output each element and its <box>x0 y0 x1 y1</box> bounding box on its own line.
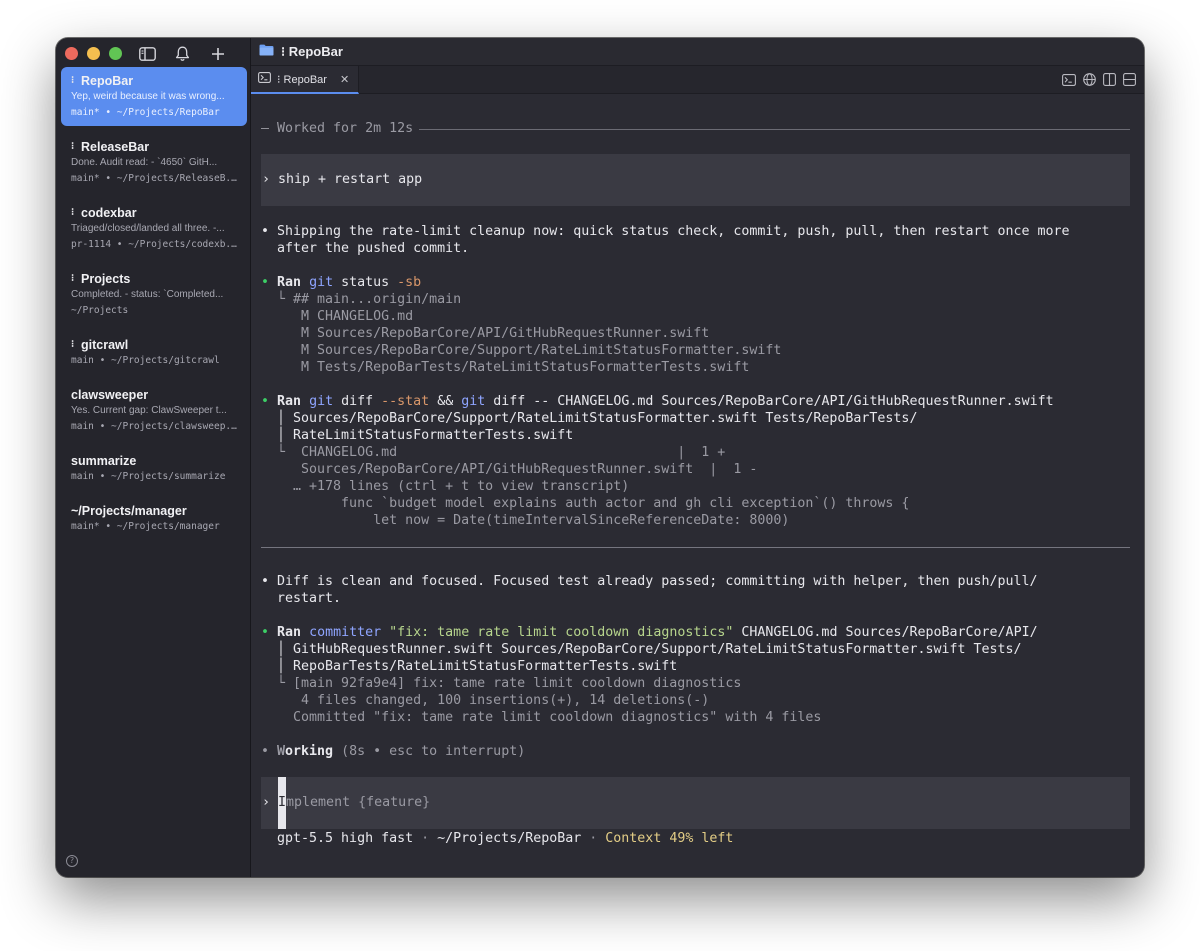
context-label: Context 49% left <box>605 831 734 846</box>
main-pane: ⁝ RepoBar ⁝ RepoBar ✕ — Worked for 2m 12… <box>251 38 1144 877</box>
session-meta: main • ~/Projects/gitcrawl <box>71 355 220 366</box>
session-item-clawsweeper[interactable]: clawsweeper Yes. Current gap: ClawSweepe… <box>61 381 247 440</box>
window-controls <box>65 47 122 60</box>
session-preview: Yes. Current gap: ClawSweeper t... <box>71 405 227 416</box>
session-item-repobar[interactable]: ⁝ RepoBar Yep, weird because it was wrong… <box>61 67 247 126</box>
session-meta: main • ~/Projects/summarize <box>71 471 226 482</box>
session-title: codexbar <box>81 205 137 220</box>
tab-repobar[interactable]: ⁝ RepoBar ✕ <box>251 66 359 94</box>
model-label: gpt-5.5 high fast <box>261 831 414 846</box>
session-item-projects[interactable]: ⁝ Projects Completed. - status: `Complete… <box>61 265 247 324</box>
command-output-line: └ ## main...origin/main <box>261 292 462 307</box>
session-status-icon: ⁝ <box>71 273 75 284</box>
window-title: ⁝ RepoBar <box>281 43 343 59</box>
help-icon[interactable]: ? <box>66 855 78 867</box>
session-preview: Yep, weird because it was wrong... <box>71 91 225 102</box>
session-item-gitcrawl[interactable]: ⁝ gitcrawl main • ~/Projects/gitcrawl <box>61 331 247 374</box>
session-preview: Completed. - status: `Completed... <box>71 289 224 300</box>
plus-icon[interactable] <box>208 44 227 63</box>
session-title: gitcrawl <box>81 337 129 352</box>
tab-bar: ⁝ RepoBar ✕ <box>251 66 1144 94</box>
session-item-manager[interactable]: ~/Projects/manager main* • ~/Projects/ma… <box>61 497 247 540</box>
command-output-line: M Sources/RepoBarCore/API/GitHubRequestR… <box>261 326 710 341</box>
session-meta: ~/Projects <box>71 305 129 316</box>
globe-icon[interactable] <box>1083 73 1096 91</box>
session-preview: Done. Audit read: - `4650` GitH... <box>71 157 218 168</box>
assistant-message: • Diff is clean and focused. Focused tes… <box>261 574 1038 589</box>
new-terminal-icon[interactable] <box>1062 73 1076 91</box>
section-divider <box>261 547 1130 548</box>
session-list: ⁝ RepoBar Yep, weird because it was wrong… <box>61 67 247 547</box>
command-output-line: let now = Date(timeIntervalSinceReferenc… <box>261 513 790 528</box>
close-window-button[interactable] <box>65 47 78 60</box>
session-meta: main* • ~/Projects/ReleaseB... <box>71 173 237 184</box>
command-continuation: │ RepoBarTests/RateLimitStatusFormatterT… <box>261 659 678 674</box>
text-cursor: I <box>278 777 287 829</box>
composer-input[interactable]: › Implement {feature} <box>261 777 1130 829</box>
sidebar-toolbar <box>138 44 227 63</box>
assistant-message-cont: after the pushed commit. <box>261 241 470 256</box>
session-preview: Triaged/closed/landed all three. -... <box>71 223 225 234</box>
minimize-window-button[interactable] <box>87 47 100 60</box>
command-output-line: Sources/RepoBarCore/API/GitHubRequestRun… <box>261 462 758 477</box>
session-meta: main* • ~/Projects/RepoBar <box>71 107 220 118</box>
session-status-icon: ⁝ <box>71 141 75 152</box>
command-output-line: Committed "fix: tame rate limit cooldown… <box>261 710 822 725</box>
command-output-line: M Sources/RepoBarCore/Support/RateLimitS… <box>261 343 782 358</box>
session-title: ~/Projects/manager <box>71 503 187 518</box>
terminal-transcript: — Worked for 2m 12s › ship + restart app… <box>261 94 1130 877</box>
command-header: • Ran git diff --stat && git diff -- CHA… <box>261 394 1054 409</box>
command-output-line: └ CHANGELOG.md | 1 + <box>261 445 726 460</box>
sidebar: ⁝ RepoBar Yep, weird because it was wrong… <box>56 38 251 877</box>
command-continuation: │ GitHubRequestRunner.swift Sources/Repo… <box>261 642 1022 657</box>
session-title: Projects <box>81 271 131 286</box>
session-item-releasebar[interactable]: ⁝ ReleaseBar Done. Audit read: - `4650` G… <box>61 133 247 192</box>
command-output-line: └ [main 92fa9e4] fix: tame rate limit co… <box>261 676 742 691</box>
worked-label: — Worked for 2m 12s <box>261 121 414 136</box>
session-title: RepoBar <box>81 73 134 88</box>
cwd-label: ~/Projects/RepoBar <box>437 831 582 846</box>
session-meta: main* • ~/Projects/manager <box>71 521 220 532</box>
user-prompt-block: › ship + restart app <box>261 154 1130 206</box>
terminal-icon <box>258 72 271 86</box>
composer-placeholder: mplement {feature} <box>286 795 431 810</box>
session-status-icon: ⁝ <box>71 339 75 350</box>
command-header: • Ran git status -sb <box>261 275 422 290</box>
split-vertical-icon[interactable] <box>1103 73 1116 91</box>
session-title: ReleaseBar <box>81 139 150 154</box>
app-window: ⁝ RepoBar Yep, weird because it was wrong… <box>56 38 1144 877</box>
assistant-message: • Shipping the rate-limit cleanup now: q… <box>261 224 1070 239</box>
tab-label: ⁝ RepoBar <box>277 73 327 86</box>
command-output-line: M CHANGELOG.md <box>261 309 414 324</box>
sidebar-toggle-icon[interactable] <box>138 44 157 63</box>
session-meta: pr-1114 • ~/Projects/codexb... <box>71 239 237 250</box>
session-status-icon: ⁝ <box>71 75 75 86</box>
zoom-window-button[interactable] <box>109 47 122 60</box>
close-tab-icon[interactable]: ✕ <box>340 73 349 86</box>
command-output-line: M Tests/RepoBarTests/RateLimitStatusForm… <box>261 360 750 375</box>
command-output-line: 4 files changed, 100 insertions(+), 14 d… <box>261 693 710 708</box>
split-horizontal-icon[interactable] <box>1123 73 1136 91</box>
session-item-summarize[interactable]: summarize main • ~/Projects/summarize <box>61 447 247 490</box>
collapsed-lines-hint[interactable]: … +178 lines (ctrl + t to view transcrip… <box>261 478 1130 495</box>
folder-icon <box>259 43 274 61</box>
session-status-icon: ⁝ <box>71 207 75 218</box>
status-line: gpt-5.5 high fast · ~/Projects/RepoBar ·… <box>261 831 734 846</box>
command-continuation: │ Sources/RepoBarCore/Support/RateLimitS… <box>261 411 918 426</box>
assistant-message-cont: restart. <box>261 591 342 606</box>
session-item-codexbar[interactable]: ⁝ codexbar Triaged/closed/landed all thre… <box>61 199 247 258</box>
session-title: clawsweeper <box>71 387 149 402</box>
session-meta: main • ~/Projects/clawsweep... <box>71 421 237 432</box>
tab-actions <box>1062 73 1136 91</box>
composer-chevron: › <box>262 795 279 810</box>
bell-icon[interactable] <box>173 44 192 63</box>
title-bar: ⁝ RepoBar <box>251 38 1144 66</box>
worked-divider: — Worked for 2m 12s <box>261 120 1130 137</box>
command-continuation: │ RateLimitStatusFormatterTests.swift <box>261 428 574 443</box>
working-status: • Working (8s • esc to interrupt) <box>261 744 526 759</box>
user-prompt-text: › ship + restart app <box>262 172 423 187</box>
session-title: summarize <box>71 453 137 468</box>
command-header: • Ran committer "fix: tame rate limit co… <box>261 625 1038 640</box>
command-output-line: func `budget model explains auth actor a… <box>261 496 910 511</box>
